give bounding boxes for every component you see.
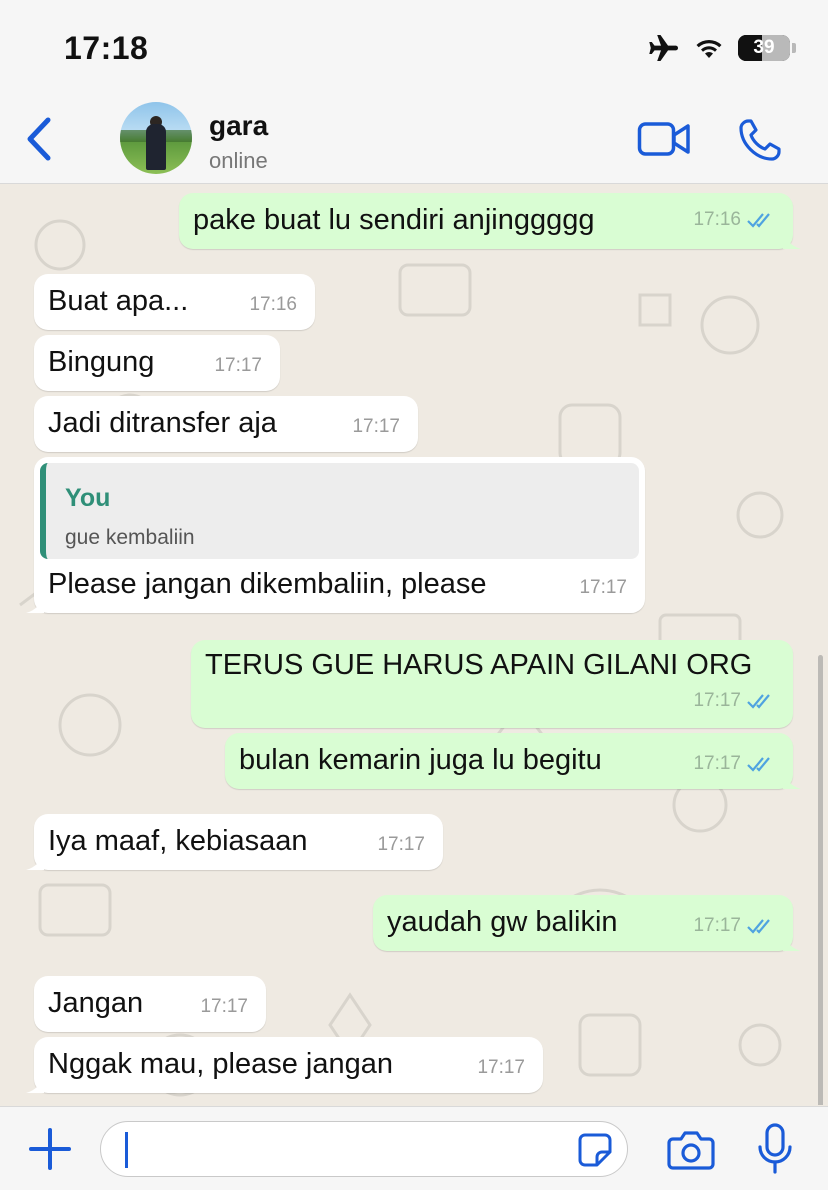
quote-text: gue kembaliin [65, 526, 195, 549]
bubble-tail [26, 595, 44, 613]
message-incoming-reply[interactable]: You gue kembaliin Please jangan dikembal… [26, 457, 645, 613]
message-text: Nggak mau, please jangan [48, 1048, 394, 1080]
message-meta: 17:17 [693, 684, 775, 718]
message-outgoing[interactable]: bulan kemarin juga lu begitu 17:17 [225, 733, 801, 789]
message-text: bulan kemarin juga lu begitu [239, 744, 602, 776]
chat-header: gara online [0, 92, 828, 184]
message-text: pake buat lu sendiri anjinggggg [193, 204, 595, 236]
contact-status: online [209, 148, 268, 173]
message-outgoing[interactable]: TERUS GUE HARUS APAIN GILANI ORG 17:17 [191, 640, 793, 728]
bubble-tail [783, 231, 801, 249]
message-incoming[interactable]: Iya maaf, kebiasaan 17:17 [26, 814, 443, 870]
message-text: Jangan [48, 987, 144, 1019]
message-text: Please jangan dikembaliin, please [48, 568, 487, 600]
message-text: Buat apa... [48, 285, 189, 317]
status-time: 17:18 [64, 30, 149, 66]
quoted-message[interactable]: You gue kembaliin [40, 463, 639, 559]
read-ticks-icon [747, 757, 770, 772]
video-call-icon[interactable] [637, 120, 691, 158]
message-text: TERUS GUE HARUS APAIN GILANI ORG [205, 649, 753, 681]
bubble-tail [26, 1075, 44, 1093]
message-text: Iya maaf, kebiasaan [48, 825, 308, 857]
message-time: 17:16 [249, 294, 297, 315]
message-input[interactable] [100, 1121, 628, 1177]
message-meta: 17:17 [693, 909, 775, 943]
message-meta: 17:17 [352, 410, 400, 444]
message-time: 17:17 [200, 996, 248, 1017]
message-time: 17:17 [693, 915, 741, 936]
status-bar: 17:18 39 [0, 0, 828, 92]
microphone-icon[interactable] [756, 1123, 794, 1175]
message-incoming[interactable]: Jadi ditransfer aja 17:17 [34, 396, 418, 452]
status-icons: 39 [648, 34, 796, 62]
message-meta: 17:17 [377, 828, 425, 862]
plus-icon[interactable] [28, 1127, 72, 1171]
message-time: 17:17 [352, 416, 400, 437]
message-time: 17:17 [477, 1057, 525, 1078]
message-meta: 17:16 [693, 203, 775, 237]
bubble-tail [26, 852, 44, 870]
message-meta: 17:17 [477, 1051, 525, 1085]
message-text: Bingung [48, 346, 155, 378]
message-time: 17:17 [377, 834, 425, 855]
message-meta: 17:17 [579, 571, 627, 605]
message-incoming[interactable]: Buat apa... 17:16 [34, 274, 315, 330]
scrollbar[interactable] [818, 655, 823, 1105]
bubble-tail [783, 771, 801, 789]
quote-author: You [65, 484, 111, 512]
phone-call-icon[interactable] [738, 118, 782, 162]
message-outgoing[interactable]: yaudah gw balikin 17:17 [373, 895, 801, 951]
message-time: 17:16 [693, 209, 741, 230]
message-time: 17:17 [693, 753, 741, 774]
read-ticks-icon [747, 919, 770, 934]
message-time: 17:17 [693, 690, 741, 711]
message-text: yaudah gw balikin [387, 906, 618, 938]
wifi-icon [696, 39, 722, 58]
message-meta: 17:16 [249, 288, 297, 322]
battery-cap [792, 43, 796, 53]
message-meta: 17:17 [214, 349, 262, 383]
message-meta: 17:17 [200, 990, 248, 1024]
message-incoming[interactable]: Jangan 17:17 [34, 976, 266, 1032]
chat-area[interactable]: pake buat lu sendiri anjinggggg 17:16 Bu… [0, 185, 828, 1105]
battery-level: 39 [753, 37, 775, 58]
avatar[interactable] [120, 102, 192, 174]
battery-icon: 39 [738, 35, 790, 61]
camera-icon[interactable] [667, 1127, 715, 1171]
message-incoming[interactable]: Nggak mau, please jangan 17:17 [26, 1037, 543, 1093]
message-time: 17:17 [579, 577, 627, 598]
bubble-tail [783, 933, 801, 951]
text-caret [125, 1132, 128, 1168]
back-chevron-icon[interactable] [22, 116, 56, 162]
message-incoming[interactable]: Bingung 17:17 [34, 335, 280, 391]
read-ticks-icon [747, 213, 770, 228]
composer-bar [0, 1106, 828, 1190]
contact-name[interactable]: gara [209, 110, 268, 142]
message-outgoing[interactable]: pake buat lu sendiri anjinggggg 17:16 [179, 193, 801, 249]
message-meta: 17:17 [693, 747, 775, 781]
message-time: 17:17 [214, 355, 262, 376]
airplane-icon [649, 35, 678, 61]
read-ticks-icon [747, 694, 770, 709]
sticker-icon[interactable] [577, 1132, 613, 1168]
message-text: Jadi ditransfer aja [48, 407, 277, 439]
